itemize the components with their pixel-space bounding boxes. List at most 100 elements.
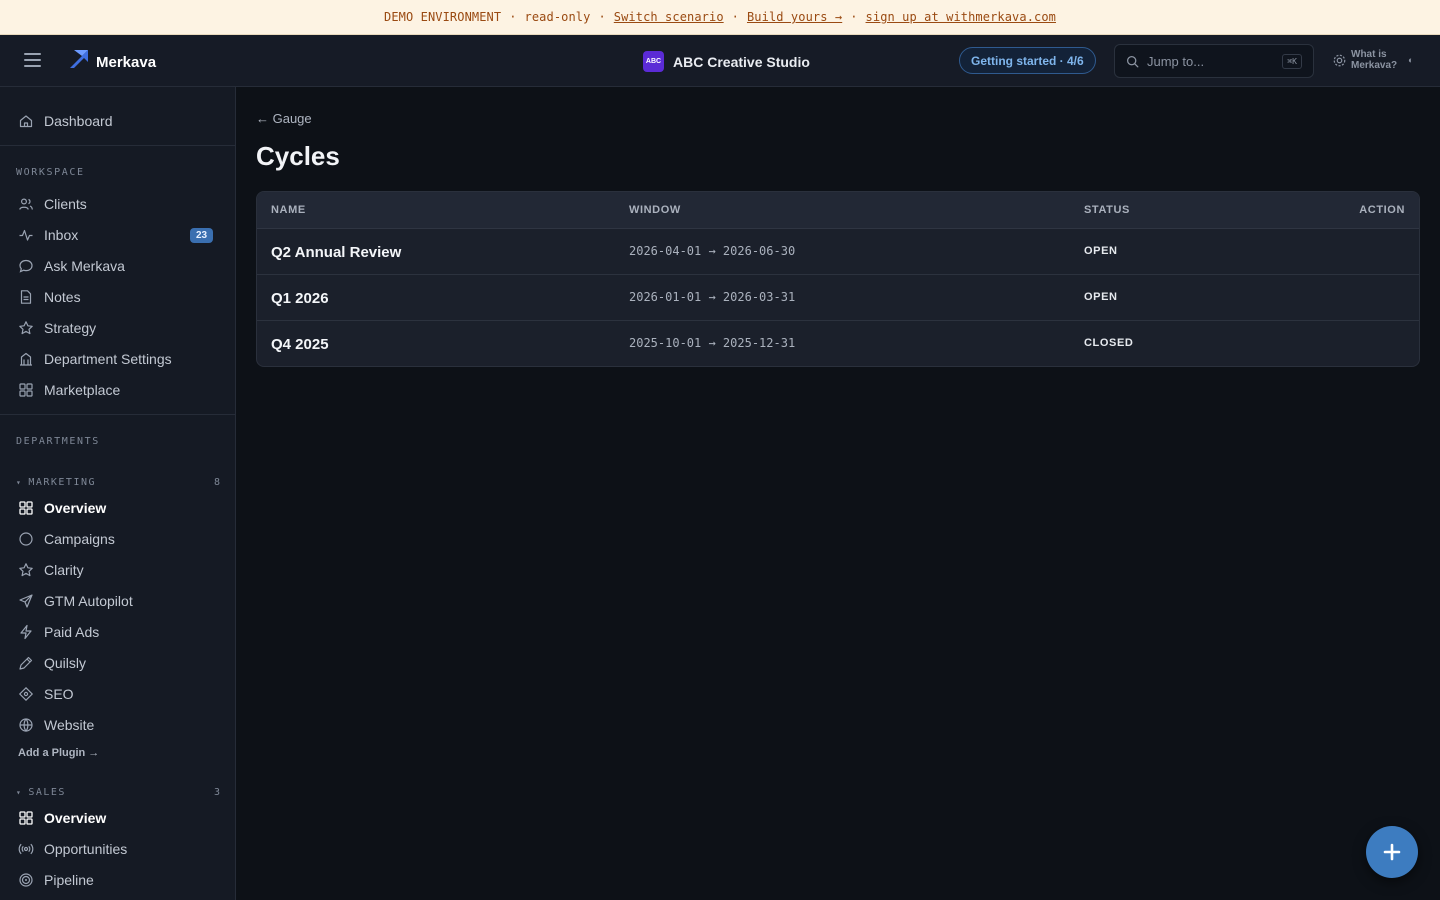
merkava-logo-icon — [70, 49, 88, 68]
sidebar-item-strategy[interactable]: Strategy — [0, 314, 235, 342]
sidebar-item-label: Ask Merkava — [44, 258, 125, 274]
divider — [0, 145, 235, 146]
group-label: SALES — [28, 786, 66, 798]
sidebar-item-gtm-autopilot[interactable]: GTM Autopilot — [0, 587, 235, 615]
column-header-name[interactable]: NAME — [271, 204, 306, 216]
departments-section-label: DEPARTMENTS — [16, 436, 100, 447]
grid-icon — [19, 383, 33, 397]
table-row[interactable]: Q1 2026 2026-01-01 → 2026-03-31 OPEN — [257, 275, 1419, 321]
column-header-window[interactable]: WINDOW — [629, 204, 681, 216]
sidebar-item-sales-overview[interactable]: Overview — [0, 804, 235, 832]
sidebar-item-website[interactable]: Website — [0, 711, 235, 739]
gear-icon — [1333, 54, 1346, 66]
cycles-table: NAME WINDOW STATUS ACTION Q2 Annual Revi… — [256, 191, 1420, 367]
inbox-count-badge: 23 — [190, 228, 214, 243]
sidebar-item-clients[interactable]: Clients — [0, 190, 235, 218]
signup-link[interactable]: sign up at withmerkava.com — [866, 10, 1056, 24]
cycle-window: 2025-10-01 → 2025-12-31 — [629, 336, 796, 350]
workspace-section-label: WORKSPACE — [16, 167, 85, 178]
sidebar-item-clarity[interactable]: Clarity — [0, 556, 235, 584]
demo-banner: DEMO ENVIRONMENT · read-only · Switch sc… — [0, 0, 1440, 35]
search-icon — [1126, 55, 1139, 67]
star-icon — [19, 563, 33, 577]
grid-icon — [19, 501, 33, 515]
separator: · — [731, 10, 739, 24]
cycle-name[interactable]: Q1 2026 — [271, 290, 329, 307]
search-shortcut: ⌘K — [1282, 53, 1302, 69]
chat-icon — [19, 259, 33, 273]
sidebar: Dashboard WORKSPACE Clients Inbox 23 Ask… — [0, 87, 236, 900]
sidebar-item-label: Overview — [44, 500, 107, 516]
menu-icon[interactable] — [24, 53, 41, 67]
build-yours-link[interactable]: Build yours → — [747, 10, 842, 24]
main-content: ← Gauge Cycles NAME WINDOW STATUS ACTION… — [236, 87, 1440, 900]
app-logo[interactable]: Merkava — [68, 46, 156, 71]
globe-icon — [19, 718, 33, 732]
status-badge: OPEN — [1084, 291, 1118, 303]
sidebar-item-label: Quilsly — [44, 655, 87, 671]
sidebar-item-opportunities[interactable]: Opportunities — [0, 835, 235, 863]
sidebar-item-label: SEO — [44, 686, 74, 702]
switch-scenario-link[interactable]: Switch scenario — [614, 10, 724, 24]
sidebar-item-seo[interactable]: SEO — [0, 680, 235, 708]
sidebar-item-paid-ads[interactable]: Paid Ads — [0, 618, 235, 646]
status-badge: OPEN — [1084, 245, 1118, 257]
sidebar-item-label: Pipeline — [44, 872, 94, 888]
sidebar-item-quilsly[interactable]: Quilsly — [0, 649, 235, 677]
workspace-avatar: ABC — [643, 51, 664, 72]
sidebar-item-marketplace[interactable]: Marketplace — [0, 376, 235, 404]
broadcast-icon — [18, 843, 34, 855]
what-is-merkava-label: What is Merkava? — [1351, 49, 1398, 71]
sidebar-item-label: Clients — [44, 196, 87, 212]
sidebar-item-dashboard[interactable]: Dashboard — [0, 107, 235, 135]
getting-started-button[interactable]: Getting started · 4/6 — [959, 47, 1096, 74]
search-placeholder: Jump to... — [1147, 53, 1205, 69]
chevron-down-icon: ▾ — [16, 787, 23, 797]
sidebar-item-ask-merkava[interactable]: Ask Merkava — [0, 252, 235, 280]
add-plugin-link[interactable]: Add a Plugin → — [18, 747, 99, 759]
table-row[interactable]: Q2 Annual Review 2026-04-01 → 2026-06-30… — [257, 229, 1419, 275]
add-cycle-button[interactable] — [1366, 826, 1418, 878]
target-icon — [19, 873, 33, 887]
sidebar-item-label: Campaigns — [44, 531, 115, 547]
status-badge: CLOSED — [1084, 337, 1134, 349]
sales-group-header[interactable]: ▾ SALES 3 — [16, 784, 220, 800]
workspace-name: ABC Creative Studio — [673, 53, 810, 70]
circle-icon — [19, 532, 33, 546]
table-row[interactable]: Q4 2025 2025-10-01 → 2025-12-31 CLOSED — [257, 321, 1419, 366]
column-header-status[interactable]: STATUS — [1084, 204, 1130, 216]
cycle-name[interactable]: Q2 Annual Review — [271, 244, 401, 261]
sidebar-item-pipeline[interactable]: Pipeline — [0, 866, 235, 894]
grid-icon — [19, 811, 33, 825]
pen-icon — [19, 656, 33, 670]
back-link[interactable]: ← Gauge — [256, 111, 312, 126]
group-count: 8 — [213, 476, 220, 488]
document-icon — [20, 290, 32, 304]
top-bar: Merkava ABC ABC Creative Studio Getting … — [0, 35, 1440, 87]
sidebar-item-label: Dashboard — [44, 113, 113, 129]
users-icon — [19, 198, 33, 210]
sidebar-item-inbox[interactable]: Inbox 23 — [0, 221, 235, 249]
send-icon — [19, 594, 33, 608]
marketing-group-header[interactable]: ▾ MARKETING 8 — [16, 474, 220, 490]
sidebar-item-label: Inbox — [44, 227, 79, 243]
search-input[interactable]: Jump to... ⌘K — [1114, 44, 1314, 78]
group-label: MARKETING — [28, 476, 97, 488]
sidebar-item-label: GTM Autopilot — [44, 593, 133, 609]
sidebar-item-campaigns[interactable]: Campaigns — [0, 525, 235, 553]
chevron-down-icon: ▾ — [16, 477, 23, 487]
cycle-name[interactable]: Q4 2025 — [271, 336, 329, 353]
sidebar-item-label: Marketplace — [44, 382, 121, 398]
workspace-switcher[interactable]: ABC ABC Creative Studio — [643, 51, 810, 72]
activity-icon — [19, 229, 33, 241]
what-is-merkava-button[interactable]: What is Merkava? ◐ — [1332, 49, 1413, 71]
sidebar-item-department-settings[interactable]: Department Settings — [0, 345, 235, 373]
group-count: 3 — [213, 786, 220, 798]
demo-env-label: DEMO ENVIRONMENT — [384, 10, 502, 24]
page-title: Cycles — [256, 141, 340, 171]
sidebar-item-notes[interactable]: Notes — [0, 283, 235, 311]
sidebar-item-marketing-overview[interactable]: Overview — [0, 494, 235, 522]
sidebar-item-label: Website — [44, 717, 95, 733]
theme-toggle-icon[interactable]: ◐ — [1408, 55, 1413, 65]
column-header-action: ACTION — [1359, 204, 1405, 216]
